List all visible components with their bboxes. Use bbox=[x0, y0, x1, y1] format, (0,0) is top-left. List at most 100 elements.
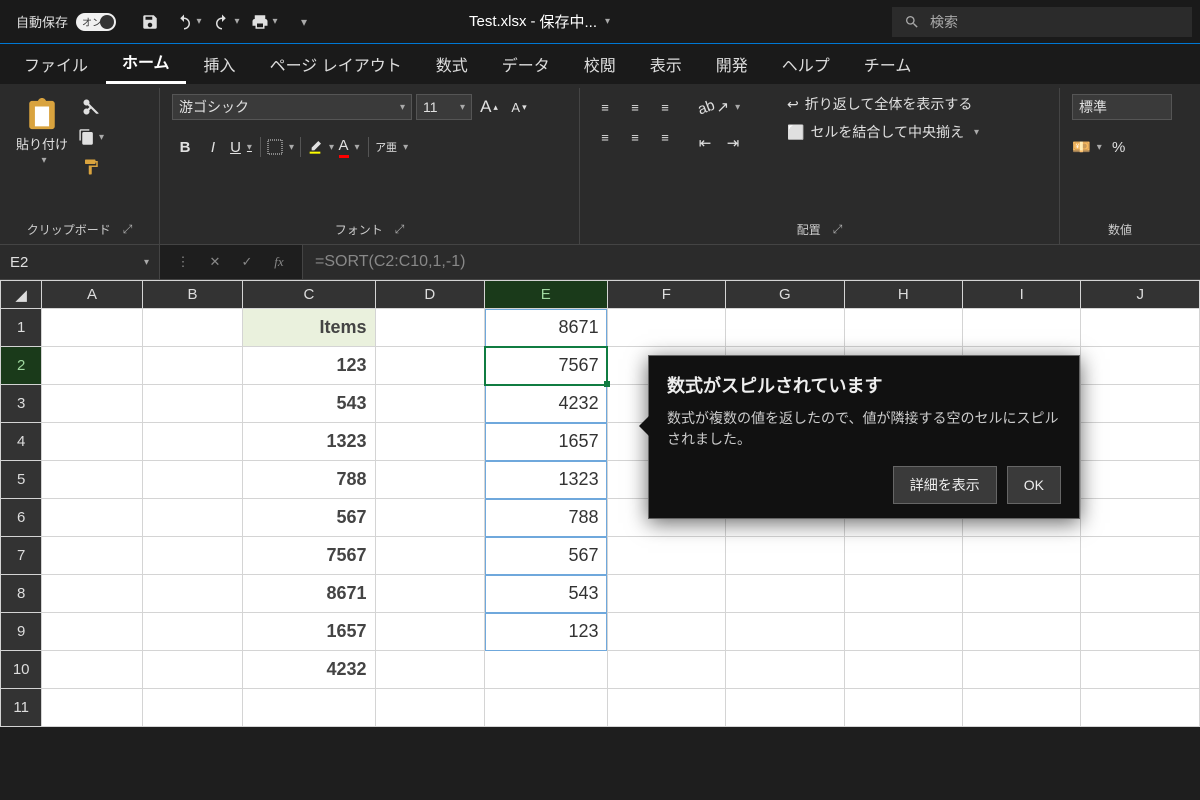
cell[interactable] bbox=[726, 651, 844, 689]
select-all-corner[interactable]: ◢ bbox=[1, 281, 42, 309]
cell-C6[interactable]: 567 bbox=[243, 499, 375, 537]
cell-C9[interactable]: 1657 bbox=[243, 613, 375, 651]
cancel-formula-icon[interactable]: ✕ bbox=[202, 249, 228, 275]
cell[interactable] bbox=[1081, 309, 1200, 347]
cell[interactable] bbox=[375, 423, 484, 461]
tab-view[interactable]: 表示 bbox=[634, 44, 698, 84]
cell[interactable] bbox=[375, 499, 484, 537]
tab-formulas[interactable]: 数式 bbox=[420, 44, 484, 84]
cell[interactable] bbox=[42, 651, 143, 689]
cell[interactable] bbox=[485, 689, 608, 727]
col-header-C[interactable]: C bbox=[243, 281, 375, 309]
copy-icon[interactable]: ▾ bbox=[78, 124, 104, 150]
tooltip-details-button[interactable]: 詳細を表示 bbox=[893, 466, 997, 504]
autosave-toggle[interactable]: 自動保存 オン bbox=[8, 12, 124, 31]
row-header-9[interactable]: 9 bbox=[1, 613, 42, 651]
save-icon[interactable] bbox=[136, 8, 164, 36]
align-top-icon[interactable]: ≡ bbox=[592, 94, 618, 120]
align-bottom-icon[interactable]: ≡ bbox=[652, 94, 678, 120]
cell[interactable] bbox=[142, 537, 243, 575]
cell-C7[interactable]: 7567 bbox=[243, 537, 375, 575]
cell[interactable] bbox=[844, 537, 962, 575]
cell[interactable] bbox=[962, 309, 1080, 347]
cell[interactable] bbox=[375, 537, 484, 575]
cell[interactable] bbox=[42, 385, 143, 423]
cell[interactable] bbox=[485, 651, 608, 689]
cell[interactable] bbox=[42, 347, 143, 385]
number-format-select[interactable]: 標準 bbox=[1072, 94, 1172, 120]
cell-C3[interactable]: 543 bbox=[243, 385, 375, 423]
increase-indent-icon[interactable]: ⇥ bbox=[720, 130, 746, 156]
toggle-switch[interactable]: オン bbox=[76, 13, 116, 31]
cell[interactable] bbox=[375, 461, 484, 499]
cell[interactable] bbox=[375, 575, 484, 613]
font-name-select[interactable]: 游ゴシック▾ bbox=[172, 94, 412, 120]
cell[interactable] bbox=[607, 575, 725, 613]
cell[interactable] bbox=[142, 651, 243, 689]
cell[interactable] bbox=[375, 385, 484, 423]
cell[interactable] bbox=[607, 309, 725, 347]
cell[interactable] bbox=[726, 309, 844, 347]
cell[interactable] bbox=[42, 537, 143, 575]
tab-review[interactable]: 校閲 bbox=[568, 44, 632, 84]
cell[interactable] bbox=[607, 613, 725, 651]
cell[interactable] bbox=[42, 461, 143, 499]
cell-E4[interactable]: 1657 bbox=[485, 423, 608, 461]
decrease-font-icon[interactable]: A▾ bbox=[506, 94, 532, 120]
cell[interactable] bbox=[375, 347, 484, 385]
cell-E8[interactable]: 543 bbox=[485, 575, 608, 613]
tooltip-ok-button[interactable]: OK bbox=[1007, 466, 1061, 504]
align-center-icon[interactable]: ≡ bbox=[622, 124, 648, 150]
cell[interactable] bbox=[142, 499, 243, 537]
phonetic-button[interactable]: ア亜▾ bbox=[375, 134, 408, 160]
format-painter-icon[interactable] bbox=[78, 154, 104, 180]
col-header-G[interactable]: G bbox=[726, 281, 844, 309]
underline-button[interactable]: U▾ bbox=[228, 134, 254, 160]
cell[interactable] bbox=[42, 499, 143, 537]
cell[interactable] bbox=[1081, 575, 1200, 613]
cell-E9[interactable]: 123 bbox=[485, 613, 608, 651]
cell[interactable] bbox=[726, 575, 844, 613]
col-header-F[interactable]: F bbox=[607, 281, 725, 309]
cell[interactable] bbox=[607, 651, 725, 689]
row-header-6[interactable]: 6 bbox=[1, 499, 42, 537]
decrease-indent-icon[interactable]: ⇤ bbox=[692, 130, 718, 156]
cell-C4[interactable]: 1323 bbox=[243, 423, 375, 461]
col-header-D[interactable]: D bbox=[375, 281, 484, 309]
cell[interactable] bbox=[962, 651, 1080, 689]
cell[interactable] bbox=[375, 651, 484, 689]
insert-function-icon[interactable]: fx bbox=[266, 249, 292, 275]
borders-button[interactable]: ▾ bbox=[267, 134, 294, 160]
cell[interactable] bbox=[844, 613, 962, 651]
cell[interactable] bbox=[844, 689, 962, 727]
font-dialog-launcher-icon[interactable]: ⤢ bbox=[395, 222, 405, 237]
col-header-E[interactable]: E bbox=[485, 281, 608, 309]
cell[interactable] bbox=[142, 423, 243, 461]
bold-button[interactable]: B bbox=[172, 134, 198, 160]
wrap-text-button[interactable]: ↩折り返して全体を表示する bbox=[787, 94, 979, 114]
cell-C2[interactable]: 123 bbox=[243, 347, 375, 385]
cell[interactable] bbox=[142, 613, 243, 651]
tab-team[interactable]: チーム bbox=[848, 44, 928, 84]
row-header-2[interactable]: 2 bbox=[1, 347, 42, 385]
tab-page-layout[interactable]: ページ レイアウト bbox=[254, 44, 418, 84]
redo-icon[interactable]: ▾ bbox=[212, 8, 240, 36]
row-header-1[interactable]: 1 bbox=[1, 309, 42, 347]
cell[interactable] bbox=[726, 613, 844, 651]
row-header-4[interactable]: 4 bbox=[1, 423, 42, 461]
accept-formula-icon[interactable]: ✓ bbox=[234, 249, 260, 275]
cell[interactable] bbox=[142, 309, 243, 347]
currency-icon[interactable]: 💴▾ bbox=[1072, 134, 1102, 160]
cell[interactable] bbox=[375, 689, 484, 727]
cell[interactable] bbox=[1081, 689, 1200, 727]
cell[interactable] bbox=[962, 613, 1080, 651]
cell-E5[interactable]: 1323 bbox=[485, 461, 608, 499]
cell-E2[interactable]: 7567 bbox=[485, 347, 608, 385]
font-color-button[interactable]: A▾ bbox=[336, 134, 362, 160]
cell[interactable] bbox=[1081, 461, 1200, 499]
orientation-button[interactable]: ab↗▾ bbox=[692, 94, 746, 120]
increase-font-icon[interactable]: A▴ bbox=[476, 94, 502, 120]
cell[interactable] bbox=[42, 309, 143, 347]
percent-icon[interactable]: % bbox=[1106, 134, 1132, 160]
cell[interactable] bbox=[142, 575, 243, 613]
